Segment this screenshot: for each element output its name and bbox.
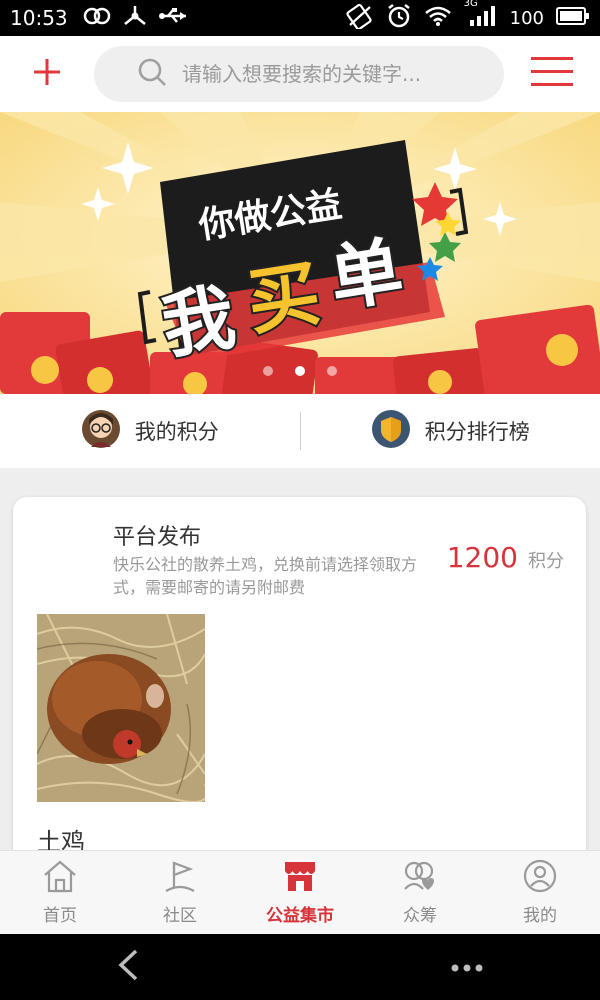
tab-home[interactable]: 首页 [0,851,120,934]
my-points-label: 我的积分 [134,420,219,444]
link-icon [82,6,112,30]
battery-icon [556,6,590,30]
points-ranking-button[interactable]: 积分排行榜 [301,409,600,453]
tab-mine-label: 我的 [523,906,557,926]
battery-percent: 100 [509,7,544,29]
tab-home-label: 首页 [43,906,77,926]
product-card[interactable]: 平台发布 快乐公社的散养土鸡，兑换前请选择领取方式，需要邮寄的请另附邮费 120… [13,497,586,897]
banner-line2-b: 买 [242,251,326,345]
points-value: 1200 [446,541,518,574]
signal-icon: 3G [464,0,498,32]
app-header [0,36,600,112]
banner-line2-c: 单 [324,228,408,322]
product-description: 快乐公社的散养土鸡，兑换前请选择领取方式，需要邮寄的请另附邮费 [113,555,418,597]
tab-crowdfunding[interactable]: 众筹 [360,851,480,934]
wifi-icon [424,5,452,31]
hamburger-icon [530,55,574,93]
store-icon [282,859,318,897]
home-icon [42,859,78,897]
user-icon [522,859,558,897]
carousel-dot[interactable] [263,366,273,376]
usb-icon [122,4,148,32]
bottom-tab-bar: 首页 社区 公益集市 众筹 我的 [0,850,600,934]
promo-banner[interactable]: 你做公益 我 买 单 [0,112,600,394]
add-button[interactable] [0,36,94,112]
no-sim-icon [346,3,374,33]
system-nav-bar [0,934,600,1000]
points-row: 我的积分 积分排行榜 [0,394,600,468]
my-points-button[interactable]: 我的积分 [0,409,300,453]
points-unit: 积分 [528,551,564,572]
alarm-icon [386,3,412,33]
tab-community-label: 社区 [163,906,197,926]
banner-line2-a: 我 [156,274,240,368]
search-bar[interactable] [94,46,504,102]
carousel-dot[interactable] [327,366,337,376]
tab-crowdfunding-label: 众筹 [403,906,437,926]
tab-community[interactable]: 社区 [120,851,240,934]
status-bar: 10:53 3G 100 [0,0,600,36]
search-input[interactable] [182,62,482,86]
ranking-label: 积分排行榜 [424,420,530,444]
publisher-label: 平台发布 [113,525,202,550]
tab-charity-market-label: 公益集市 [266,906,334,926]
search-icon [136,56,168,92]
crowdfunding-icon [401,859,439,897]
points-price: 1200 积分 [447,541,564,574]
flag-icon [162,859,198,897]
shield-icon [371,409,411,453]
tab-charity-market[interactable]: 公益集市 [240,851,360,934]
network-type-label: 3G [463,0,478,9]
banner-illustration: 你做公益 我 买 单 [0,112,600,394]
carousel-indicator [0,366,600,376]
carousel-dot-active[interactable] [295,366,305,376]
more-icon[interactable] [450,958,484,977]
status-time: 10:53 [10,6,68,30]
menu-button[interactable] [504,36,600,112]
back-icon[interactable] [116,948,140,986]
plus-icon [31,56,63,92]
product-image[interactable] [36,613,208,803]
usb-debug-icon [158,6,188,30]
avatar-icon [81,409,121,453]
tab-mine[interactable]: 我的 [480,851,600,934]
